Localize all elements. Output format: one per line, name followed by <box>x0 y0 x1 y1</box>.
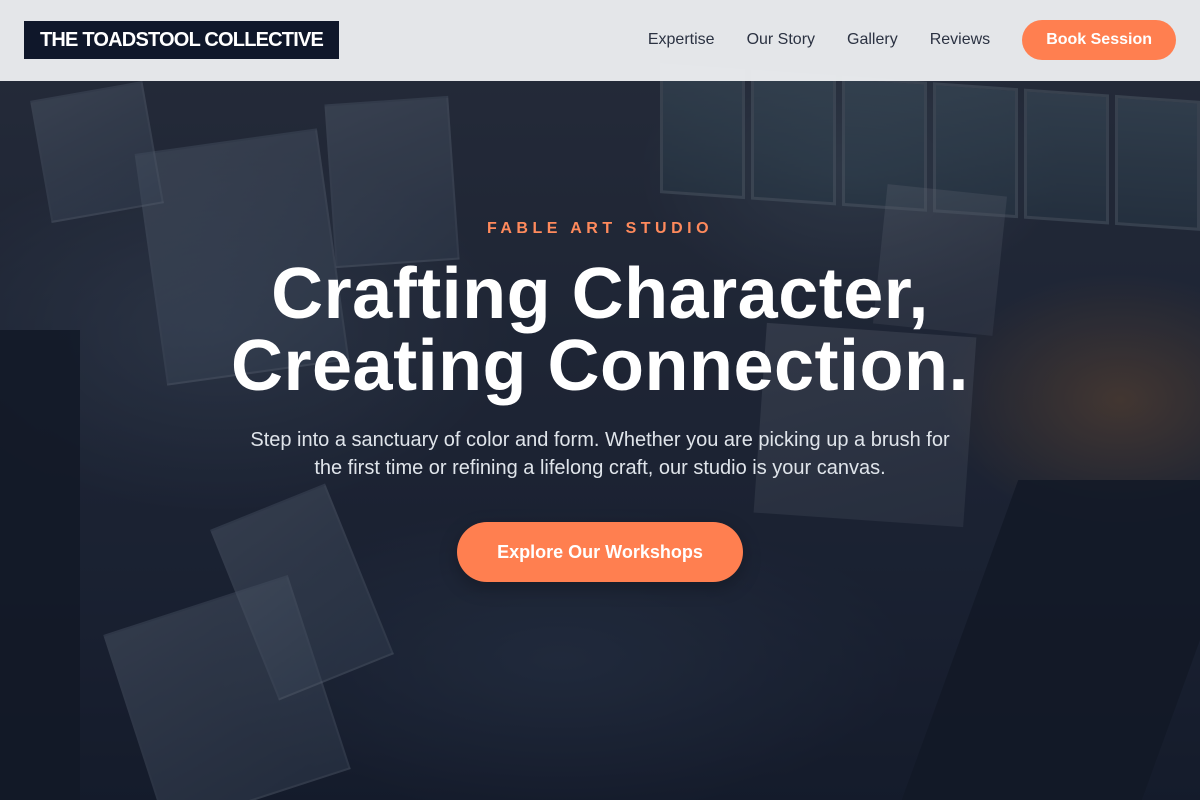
hero-eyebrow: FABLE ART STUDIO <box>486 220 714 237</box>
hero-headline: Crafting Character, Creating Connection. <box>0 258 1200 402</box>
book-session-button[interactable]: Book Session <box>1022 20 1176 60</box>
hero-subtext: Step into a sanctuary of color and form.… <box>250 429 950 479</box>
page: THE TOADSTOOL COLLECTIVE Expertise Our S… <box>0 0 1200 800</box>
hero-headline-line-1: Crafting Character, <box>271 254 929 334</box>
nav-link-gallery[interactable]: Gallery <box>847 31 898 49</box>
nav-link-expertise[interactable]: Expertise <box>648 31 715 49</box>
nav-link-reviews[interactable]: Reviews <box>930 31 990 49</box>
main-nav: Expertise Our Story Gallery Reviews Book… <box>648 20 1176 60</box>
logo[interactable]: THE TOADSTOOL COLLECTIVE <box>24 21 340 59</box>
hero-headline-line-2: Creating Connection. <box>230 326 969 406</box>
site-header: THE TOADSTOOL COLLECTIVE Expertise Our S… <box>0 0 1200 81</box>
nav-link-our-story[interactable]: Our Story <box>747 31 815 49</box>
explore-workshops-button[interactable]: Explore Our Workshops <box>457 522 743 582</box>
